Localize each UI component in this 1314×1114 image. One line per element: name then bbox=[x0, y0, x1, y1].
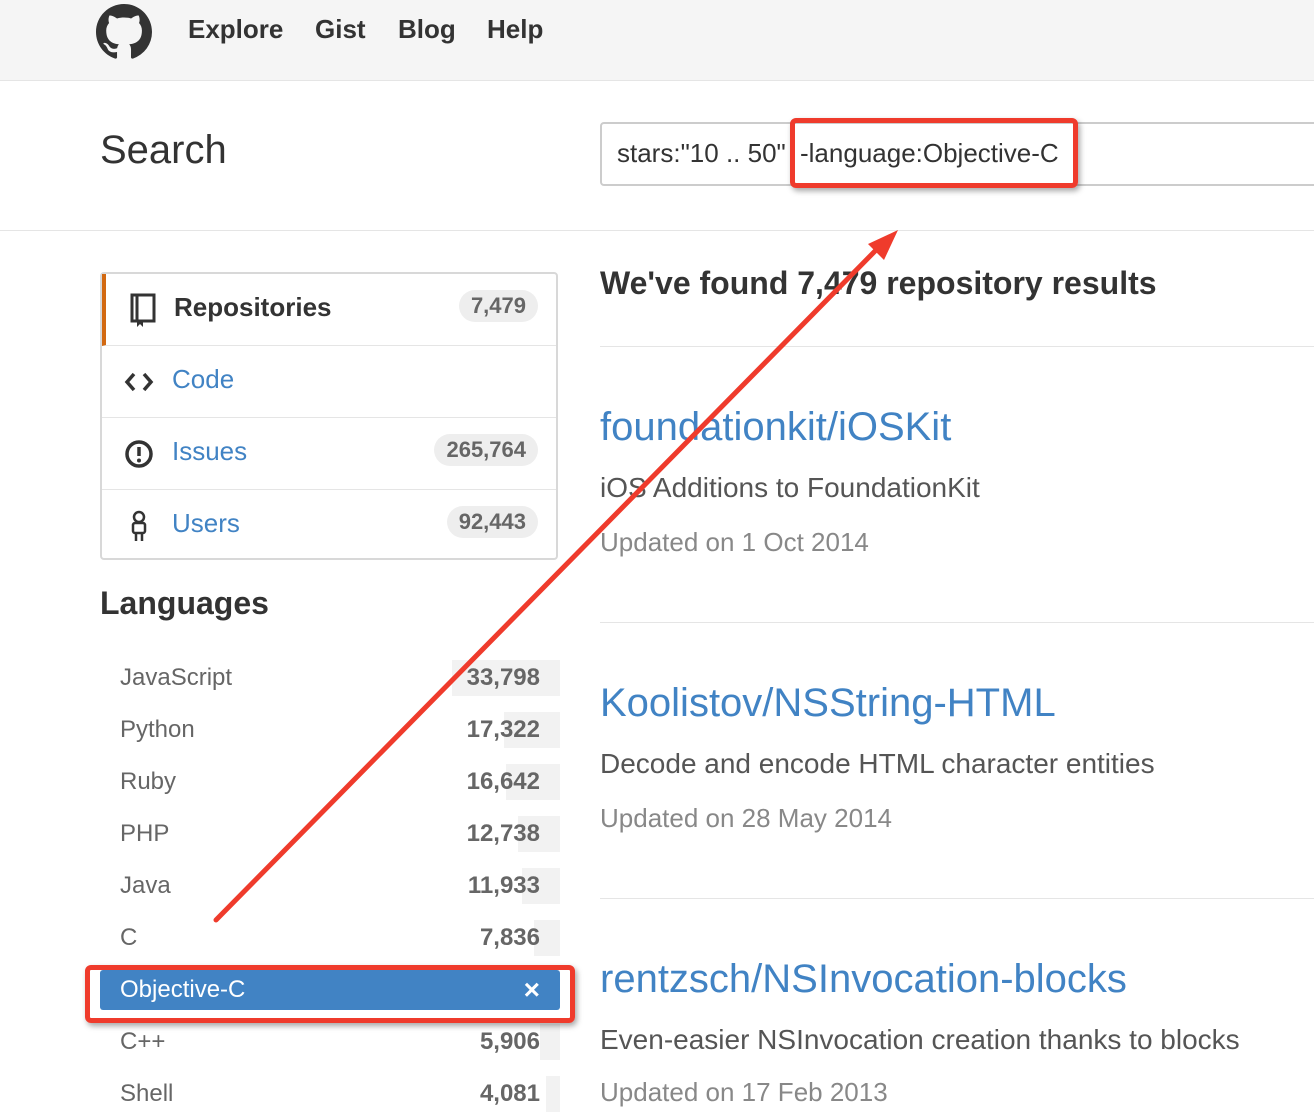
results-divider bbox=[600, 346, 1314, 347]
language-count: 16,642 bbox=[466, 768, 540, 795]
language-name: C++ bbox=[120, 1028, 166, 1055]
repo-divider bbox=[600, 622, 1314, 623]
menu-item-users[interactable]: Users 92,443 bbox=[102, 490, 556, 562]
repo-description: Even-easier NSInvocation creation thanks… bbox=[600, 1024, 1240, 1055]
language-item-python[interactable]: Python 17,322 bbox=[100, 710, 560, 750]
language-count: 17,322 bbox=[466, 716, 540, 743]
repo-description: iOS Additions to FoundationKit bbox=[600, 472, 980, 503]
language-bar bbox=[546, 1076, 560, 1112]
repo-description: Decode and encode HTML character entitie… bbox=[600, 748, 1155, 779]
annotation-box-query bbox=[790, 118, 1078, 188]
language-name: PHP bbox=[120, 820, 170, 847]
repo-icon bbox=[130, 293, 156, 327]
menu-label: Repositories bbox=[174, 292, 332, 322]
languages-heading: Languages bbox=[100, 585, 269, 621]
annotation-box-language bbox=[85, 965, 575, 1023]
language-name: Java bbox=[120, 872, 171, 899]
repo-link[interactable]: rentzsch/NSInvocation-blocks bbox=[600, 957, 1127, 1002]
count-badge: 265,764 bbox=[434, 434, 538, 466]
github-logo-icon[interactable] bbox=[96, 4, 152, 60]
nav-help[interactable]: Help bbox=[487, 14, 543, 45]
count-badge: 92,443 bbox=[446, 506, 538, 538]
menu-item-issues[interactable]: Issues 265,764 bbox=[102, 418, 556, 490]
language-item-cpp[interactable]: C++ 5,906 bbox=[100, 1022, 560, 1062]
repo-link[interactable]: foundationkit/iOSKit bbox=[600, 405, 951, 450]
page-title: Search bbox=[100, 128, 227, 172]
language-item-ruby[interactable]: Ruby 16,642 bbox=[100, 762, 560, 802]
language-bar bbox=[540, 1024, 560, 1060]
nav-blog[interactable]: Blog bbox=[398, 14, 456, 45]
language-name: Shell bbox=[120, 1080, 174, 1107]
language-count: 11,933 bbox=[467, 872, 540, 899]
count-badge: 7,479 bbox=[458, 290, 538, 322]
language-item-javascript[interactable]: JavaScript 33,798 bbox=[100, 658, 560, 698]
repo-updated: Updated on 28 May 2014 bbox=[600, 803, 892, 833]
menu-item-code[interactable]: Code bbox=[102, 346, 556, 418]
language-name: Ruby bbox=[120, 768, 177, 795]
repo-divider bbox=[600, 898, 1314, 899]
language-item-php[interactable]: PHP 12,738 bbox=[100, 814, 560, 854]
language-name: Python bbox=[120, 716, 195, 743]
nav-explore[interactable]: Explore bbox=[188, 14, 283, 45]
language-count: 12,738 bbox=[466, 820, 540, 847]
top-navbar: Explore Gist Blog Help bbox=[0, 0, 1314, 81]
menu-label: Users bbox=[172, 508, 240, 538]
language-count: 7,836 bbox=[479, 924, 540, 951]
nav-gist[interactable]: Gist bbox=[315, 14, 366, 45]
repo-updated: Updated on 1 Oct 2014 bbox=[600, 527, 869, 557]
user-icon bbox=[131, 510, 147, 541]
code-icon bbox=[124, 372, 154, 392]
issue-icon bbox=[125, 440, 153, 468]
language-item-shell[interactable]: Shell 4,081 bbox=[100, 1074, 560, 1114]
repo-updated: Updated on 17 Feb 2013 bbox=[600, 1077, 888, 1107]
language-count: 5,906 bbox=[479, 1028, 540, 1055]
repo-link[interactable]: Koolistov/NSString-HTML bbox=[600, 681, 1056, 726]
language-item-c[interactable]: C 7,836 bbox=[100, 918, 560, 958]
language-item-java[interactable]: Java 11,933 bbox=[100, 866, 560, 906]
menu-label: Issues bbox=[172, 436, 248, 466]
language-name: C bbox=[120, 924, 138, 951]
menu-label: Code bbox=[172, 364, 235, 394]
language-name: JavaScript bbox=[120, 664, 233, 691]
language-count: 4,081 bbox=[479, 1080, 540, 1107]
search-query-prefix: stars:"10 .. 50" bbox=[617, 138, 786, 168]
header-divider bbox=[0, 230, 1314, 231]
results-heading: We've found 7,479 repository results bbox=[600, 265, 1157, 301]
search-type-menu: Repositories 7,479 Code Issues 265,764 U… bbox=[100, 272, 558, 560]
language-count: 33,798 bbox=[466, 664, 540, 691]
menu-item-repositories[interactable]: Repositories 7,479 bbox=[102, 274, 556, 346]
